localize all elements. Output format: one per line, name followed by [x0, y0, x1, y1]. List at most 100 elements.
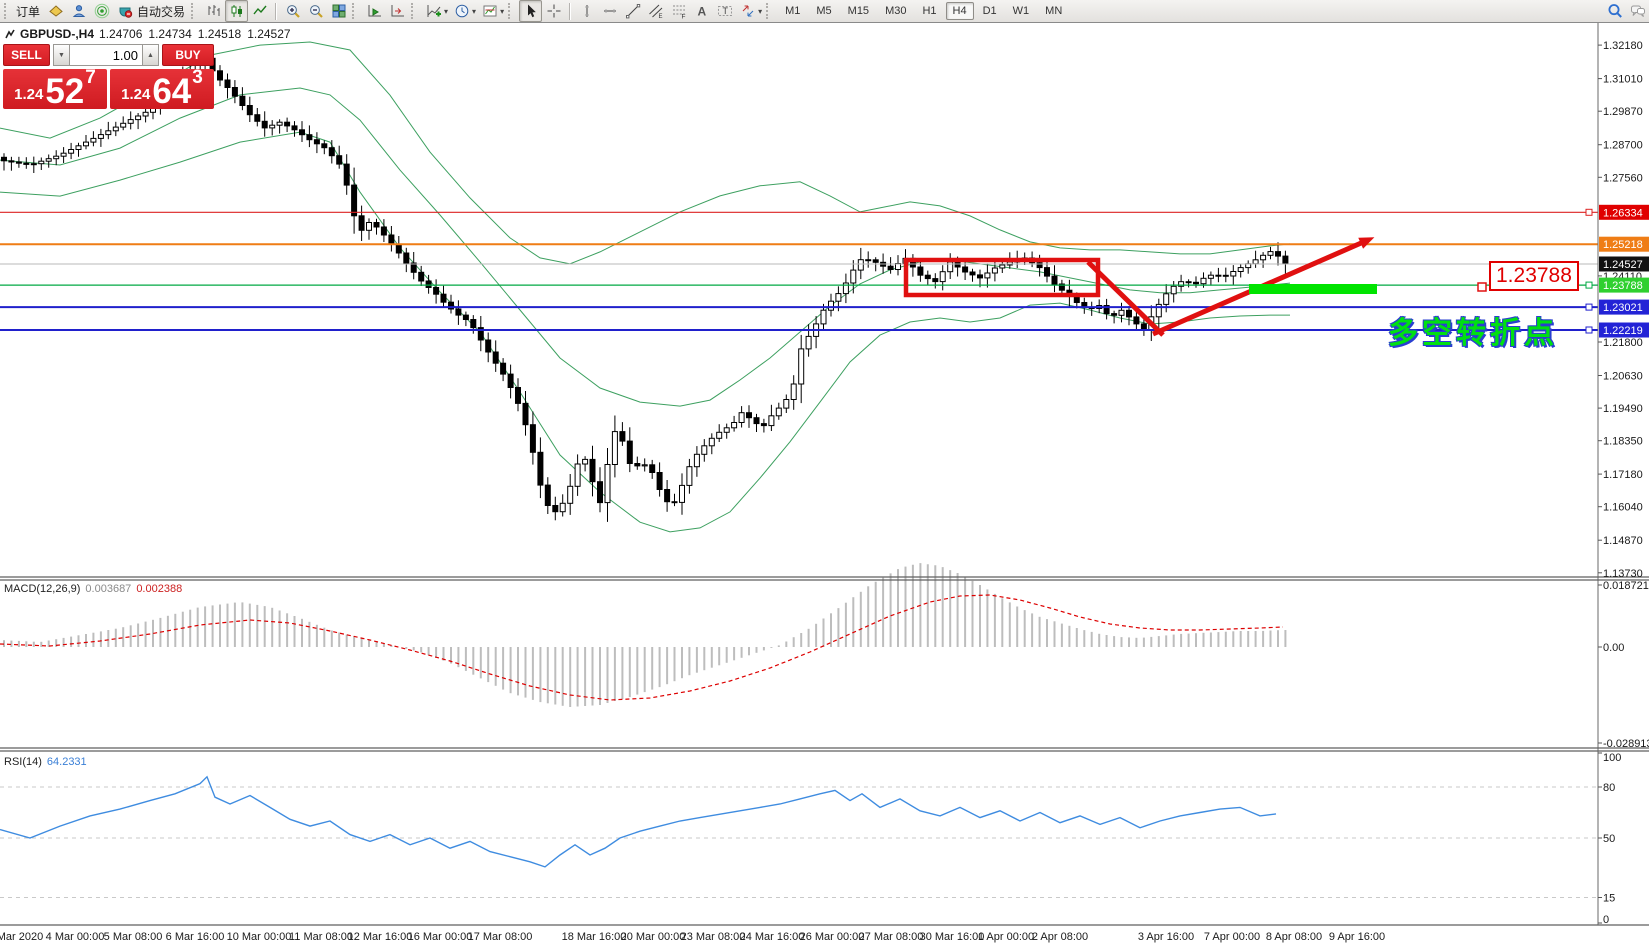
bar-chart-button[interactable] [202, 0, 225, 22]
equidistant-channel-tool-button[interactable]: E [644, 0, 667, 22]
timeframe-button-m30[interactable]: M30 [878, 2, 913, 20]
svg-text:26 Mar 00:00: 26 Mar 00:00 [800, 931, 865, 943]
new-order-label[interactable]: 订单 [16, 3, 40, 20]
volume-increase-button[interactable]: ▲ [142, 44, 159, 66]
toolbar-grip[interactable] [4, 3, 11, 19]
svg-text:1.31010: 1.31010 [1603, 74, 1643, 86]
timeframe-button-m15[interactable]: M15 [841, 2, 876, 20]
svg-text:100: 100 [1603, 752, 1621, 764]
timeframe-button-d1[interactable]: D1 [976, 2, 1004, 20]
volume-stepper: ▼ ▲ [53, 44, 159, 66]
chart-title-bar: GBPUSD-,H4 1.24706 1.24734 1.24518 1.245… [5, 27, 292, 41]
volume-input[interactable] [70, 44, 142, 66]
cursor-tool-button[interactable] [519, 0, 542, 22]
timeframe-button-mn[interactable]: MN [1038, 2, 1069, 20]
svg-text:20 Mar 00:00: 20 Mar 00:00 [621, 931, 686, 943]
mt4-window: { "toolbar": { "order_label": "订单", "aut… [0, 0, 1649, 947]
rsi-value: 64.2331 [47, 756, 87, 768]
vertical-line-tool-button[interactable] [575, 0, 598, 22]
turning-point-annotation[interactable]: 多空转折点 [1388, 308, 1558, 352]
dropdown-caret-icon[interactable]: ▾ [472, 7, 476, 16]
zoom-out-button[interactable] [304, 0, 327, 22]
svg-text:8 Apr 08:00: 8 Apr 08:00 [1266, 931, 1322, 943]
community-chat-icon[interactable] [1626, 0, 1649, 22]
svg-text:1.17180: 1.17180 [1603, 469, 1643, 481]
dropdown-caret-icon[interactable]: ▾ [444, 7, 448, 16]
sell-price-panel[interactable]: 1.24 52 7 [3, 69, 107, 109]
svg-text:27 Mar 08:00: 27 Mar 08:00 [859, 931, 924, 943]
timeframe-button-w1[interactable]: W1 [1006, 2, 1037, 20]
templates-button[interactable] [478, 0, 501, 22]
autotrading-label[interactable]: 自动交易 [137, 3, 185, 20]
svg-text:1.13730: 1.13730 [1603, 568, 1643, 580]
autotrading-icon[interactable] [113, 0, 136, 22]
timeframe-button-m1[interactable]: M1 [778, 2, 807, 20]
svg-text:7 Apr 00:00: 7 Apr 00:00 [1204, 931, 1260, 943]
arrows-tool-button[interactable] [736, 0, 759, 22]
dropdown-caret-icon[interactable]: ▾ [500, 7, 504, 16]
svg-text:11 Mar 08:00: 11 Mar 08:00 [289, 931, 353, 943]
svg-text:1.18350: 1.18350 [1603, 436, 1643, 448]
buy-price-panel[interactable]: 1.24 64 3 [110, 69, 214, 109]
svg-text:23 Mar 08:00: 23 Mar 08:00 [681, 931, 746, 943]
svg-text:E: E [658, 14, 662, 19]
svg-text:17 Mar 08:00: 17 Mar 08:00 [468, 931, 533, 943]
sell-button[interactable]: SELL [3, 44, 50, 66]
support-highlight-bar[interactable] [1249, 284, 1377, 294]
toolbar-grip[interactable] [766, 3, 773, 19]
toolbar-grip[interactable] [508, 3, 515, 19]
time-axis[interactable]: Mar 20204 Mar 00:005 Mar 08:006 Mar 16:0… [0, 931, 1385, 943]
buy-button[interactable]: BUY [162, 44, 214, 66]
svg-text:-0.028913: -0.028913 [1603, 738, 1649, 750]
svg-text:Mar 2020: Mar 2020 [0, 931, 43, 943]
data-feed-icon[interactable] [90, 0, 113, 22]
timeframe-button-h1[interactable]: H1 [915, 2, 943, 20]
periods-button[interactable] [450, 0, 473, 22]
zoom-in-button[interactable] [281, 0, 304, 22]
price-level-callout[interactable]: 1.23788 [1489, 261, 1579, 291]
new-order-icon[interactable] [44, 0, 67, 22]
svg-text:1.23788: 1.23788 [1603, 280, 1643, 292]
svg-text:24 Mar 16:00: 24 Mar 16:00 [740, 931, 805, 943]
buy-price-pip: 3 [192, 67, 203, 89]
svg-text:F: F [681, 14, 685, 20]
toolbar-separator [569, 3, 571, 20]
text-label-tool-button[interactable]: T [713, 0, 736, 22]
rsi-indicator-label: RSI(14) 64.2331 [4, 756, 87, 768]
toolbar-grip[interactable] [352, 3, 359, 19]
line-chart-button[interactable] [248, 0, 271, 22]
macd-indicator-label: MACD(12,26,9)0.0036870.002388 [4, 583, 182, 595]
toolbar-grip[interactable] [411, 3, 418, 19]
chart-shift-button[interactable] [386, 0, 409, 22]
dropdown-caret-icon[interactable]: ▾ [758, 7, 762, 16]
buy-price-prefix: 1.24 [121, 86, 150, 103]
callout-handle[interactable] [1478, 283, 1486, 291]
auto-scroll-button[interactable] [363, 0, 386, 22]
volume-decrease-button[interactable]: ▼ [53, 44, 70, 66]
toolbar-grip[interactable] [191, 3, 198, 19]
text-tool-button[interactable]: A [690, 0, 713, 22]
trendline-tool-button[interactable] [621, 0, 644, 22]
search-icon[interactable] [1603, 0, 1626, 22]
market-watch-icon[interactable] [67, 0, 90, 22]
macd-name: MACD(12,26,9) [4, 583, 80, 595]
fibonacci-tool-button[interactable]: F [667, 0, 690, 22]
one-click-trading-panel: SELL ▼ ▲ BUY 1.24 52 7 1.24 64 3 [3, 44, 214, 109]
timeframe-button-h4[interactable]: H4 [946, 2, 974, 20]
timeframe-button-m5[interactable]: M5 [809, 2, 838, 20]
svg-text:1.32180: 1.32180 [1603, 40, 1643, 52]
tile-windows-button[interactable] [327, 0, 350, 22]
quote-close: 1.24527 [247, 27, 290, 41]
rsi-name: RSI(14) [4, 756, 42, 768]
svg-text:A: A [697, 5, 706, 19]
chart-symbol-icon [5, 29, 15, 39]
svg-text:0.018721: 0.018721 [1603, 580, 1649, 592]
chart-canvas: 1.321801.310101.298701.287001.275601.241… [0, 0, 1649, 947]
candlestick-chart-button[interactable] [225, 0, 248, 22]
crosshair-tool-button[interactable] [542, 0, 565, 22]
svg-text:0: 0 [1603, 914, 1609, 926]
svg-text:T: T [722, 6, 728, 16]
horizontal-line-tool-button[interactable] [598, 0, 621, 22]
buy-price-main: 64 [152, 77, 191, 107]
indicators-button[interactable] [422, 0, 445, 22]
